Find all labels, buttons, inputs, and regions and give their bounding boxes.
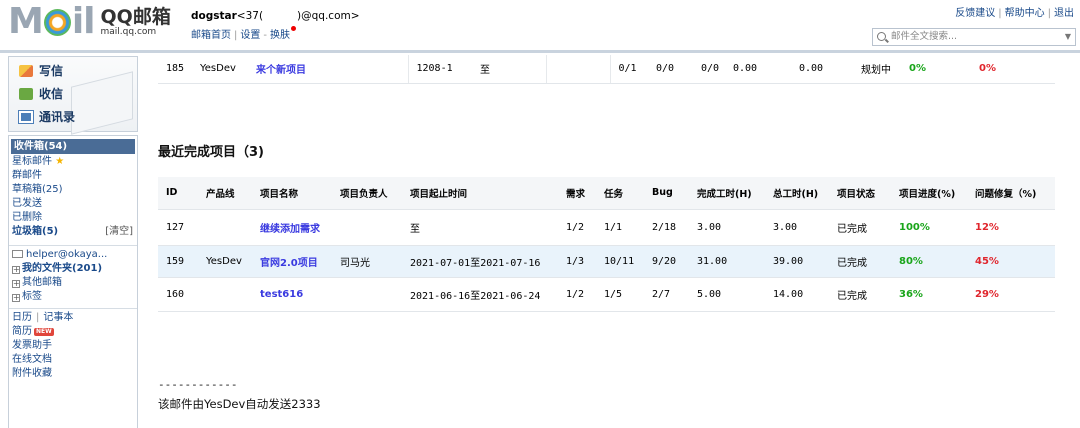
chevron-down-icon[interactable]: ▼: [1065, 29, 1071, 45]
column-header: 项目状态: [829, 177, 891, 210]
column-header: 项目起止时间: [402, 177, 558, 210]
folder-starred[interactable]: 星标邮件 ★: [9, 155, 137, 169]
envelope-decoration-icon: [71, 71, 133, 135]
folder-tags[interactable]: + 标签: [9, 290, 137, 304]
folder-inbox[interactable]: 收件箱(54): [11, 139, 135, 154]
notification-dot-icon: [290, 26, 296, 31]
feedback-link[interactable]: 反馈建议: [955, 8, 995, 19]
logout-link[interactable]: 退出: [1054, 8, 1074, 19]
folder-group[interactable]: 群邮件: [9, 169, 137, 183]
folder-sent[interactable]: 已发送: [9, 197, 137, 211]
table-row: 185 YesDev 来个新项目 1208-1 至 0/1 0/0 0/0 0.…: [158, 55, 1055, 84]
nav-mail-home[interactable]: 邮箱首页: [191, 30, 231, 41]
project-link[interactable]: 官网2.0项目: [252, 245, 332, 278]
receive-button[interactable]: 收信: [19, 85, 63, 102]
redacted-mask: [263, 9, 298, 19]
star-icon: ★: [55, 156, 65, 167]
column-header: 完成工时(H): [689, 177, 765, 210]
search-icon: [877, 32, 886, 41]
inbox-tray-icon: [19, 87, 33, 100]
table-row: 159 YesDev 官网2.0项目 司马光 2021-07-01至2021-0…: [158, 245, 1055, 278]
column-header: 总工时(H): [765, 177, 829, 210]
clear-spam-link[interactable]: [清空]: [105, 225, 133, 239]
mail-content: 185 YesDev 来个新项目 1208-1 至 0/1 0/0 0/0 0.…: [140, 53, 1080, 428]
contacts-button[interactable]: 通讯录: [18, 108, 75, 125]
calendar-notepad-row: 日历 | 记事本: [9, 308, 137, 325]
column-header: 需求: [558, 177, 596, 210]
table-header-row: ID 产品线 项目名称 项目负责人 项目起止时间 需求 任务 Bug 完成工时(…: [158, 177, 1055, 210]
expand-icon[interactable]: +: [12, 294, 20, 302]
user-info: dogstar<37()@qq.com> 邮箱首页 | 设置 - 换肤: [191, 9, 360, 41]
compose-button[interactable]: 写信: [19, 62, 63, 79]
search-placeholder: 邮件全文搜索...: [891, 31, 958, 42]
nav-skin[interactable]: 换肤: [270, 30, 290, 41]
user-name: dogstar: [191, 10, 237, 22]
new-badge: NEW: [34, 328, 54, 336]
user-email-prefix: <37(: [236, 10, 264, 22]
column-header: ID: [158, 177, 198, 210]
quick-actions: 写信 收信 通讯录: [8, 56, 138, 135]
folder-list: 收件箱(54) 星标邮件 ★ 群邮件 草稿箱(25) 已发送 已删除 垃圾箱(5…: [8, 135, 138, 428]
column-header: 项目进度(%): [891, 177, 967, 210]
column-header: 项目负责人: [332, 177, 402, 210]
mail-search-input[interactable]: 邮件全文搜索... ▼: [872, 28, 1076, 46]
user-email-suffix: )@qq.com>: [297, 10, 360, 22]
project-link[interactable]: test616: [252, 277, 332, 312]
top-header: M il QQ邮箱 mail.qq.com dogstar<37( )@qq.co…: [0, 0, 1080, 50]
column-header: 任务: [596, 177, 644, 210]
sidebar: 写信 收信 通讯录 收件箱(54) 星标邮件 ★ 群邮件 草稿箱(25) 已发送…: [0, 53, 140, 428]
help-center-link[interactable]: 帮助中心: [1005, 8, 1045, 19]
column-header: 产品线: [198, 177, 252, 210]
column-header: Bug: [644, 177, 689, 210]
project-link[interactable]: 继续添加需求: [252, 209, 332, 246]
online-docs-link[interactable]: 在线文档: [9, 353, 137, 367]
notepad-link[interactable]: 记事本: [43, 312, 73, 323]
attachments-link[interactable]: 附件收藏: [9, 367, 137, 381]
expand-icon[interactable]: +: [12, 280, 20, 288]
auto-send-note: 该邮件由YesDev自动发送2333: [158, 397, 321, 411]
calendar-link[interactable]: 日历: [12, 312, 32, 323]
table-row: 127 继续添加需求 至 1/2 1/1 2/18 3.00 3.00 已完成 …: [158, 209, 1055, 246]
qq-mail-logo[interactable]: M il QQ邮箱 mail.qq.com: [8, 4, 171, 40]
ongoing-projects-table: 185 YesDev 来个新项目 1208-1 至 0/1 0/0 0/0 0.…: [158, 55, 1055, 84]
expand-icon[interactable]: +: [12, 266, 20, 274]
column-header: 项目名称: [252, 177, 332, 210]
top-links: 反馈建议 | 帮助中心 | 退出: [955, 8, 1074, 19]
folder-drafts[interactable]: 草稿箱(25): [9, 183, 137, 197]
signature-separator: ------------: [158, 378, 238, 391]
nav-settings[interactable]: 设置: [240, 30, 260, 41]
folder-spam[interactable]: 垃圾箱(5) [清空]: [9, 225, 137, 239]
envelope-icon: [12, 250, 23, 258]
invoice-helper-link[interactable]: 发票助手: [9, 339, 137, 353]
project-link[interactable]: 来个新项目: [248, 55, 330, 84]
pen-icon: [19, 64, 33, 77]
resume-link[interactable]: 简历 NEW: [9, 325, 137, 339]
folder-my-folders[interactable]: + 我的文件夹(201): [9, 262, 137, 276]
logo-ring-icon: [43, 8, 71, 36]
folder-deleted[interactable]: 已删除: [9, 211, 137, 225]
section-title: 最近完成项目（3): [158, 145, 264, 160]
folder-helper[interactable]: helper@okaya...: [9, 245, 137, 262]
contacts-card-icon: [18, 109, 34, 124]
completed-projects-table: ID 产品线 项目名称 项目负责人 项目起止时间 需求 任务 Bug 完成工时(…: [158, 177, 1055, 312]
folder-other-mail[interactable]: + 其他邮箱: [9, 276, 137, 290]
table-row: 160 test616 2021-06-16至2021-06-24 1/2 1/…: [158, 277, 1055, 312]
column-header: 问题修复（%): [967, 177, 1055, 210]
